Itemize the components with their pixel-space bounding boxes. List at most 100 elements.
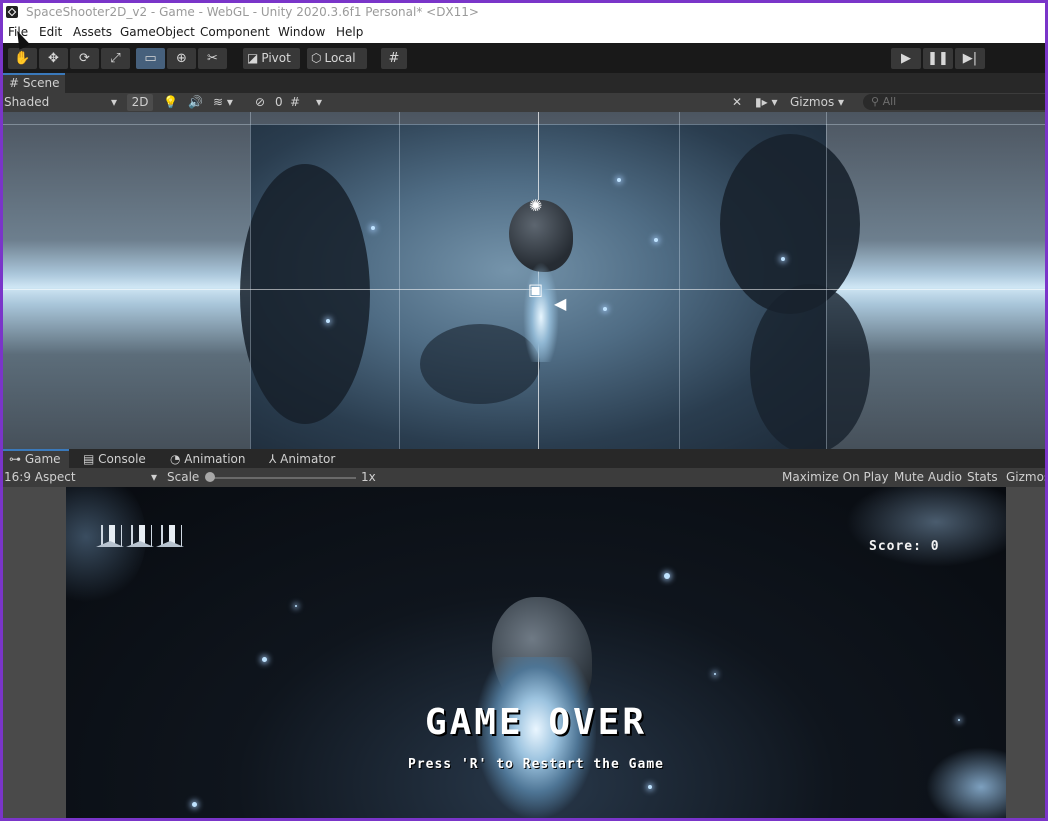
unity-logo-icon	[6, 6, 18, 18]
custom-tool-icon[interactable]: ✂	[198, 48, 227, 69]
transform-tool-icon[interactable]: ⊕	[167, 48, 196, 69]
game-viewport[interactable]: Score: 0 GAME OVER Press 'R' to Restart …	[66, 487, 1006, 818]
mute-audio-toggle[interactable]: Mute Audio	[894, 469, 962, 486]
move-tool-icon[interactable]: ✥	[39, 48, 68, 69]
tab-scene[interactable]: # Scene	[3, 73, 65, 93]
tab-console-label: Console	[98, 452, 146, 466]
maximize-on-play-toggle[interactable]: Maximize On Play	[782, 469, 889, 486]
rect-tool-icon[interactable]: ▭	[136, 48, 165, 69]
rotate-tool-icon[interactable]: ⟳	[70, 48, 99, 69]
grid-snap-icon[interactable]: #	[381, 48, 407, 69]
aspect-label: 16:9 Aspect	[4, 470, 76, 484]
game-toolbar: 16:9 Aspect ▾ Scale 1x Maximize On Play M…	[3, 468, 1045, 487]
scale-label: Scale	[167, 470, 200, 484]
light-gizmo-icon[interactable]: ✺	[529, 198, 542, 214]
star-sprite	[654, 238, 658, 242]
scale-slider-handle[interactable]	[205, 472, 215, 482]
game-over-text: GAME OVER	[424, 702, 648, 743]
scene-search-input[interactable]: ⚲ All	[863, 94, 1045, 110]
hidden-count: 0	[275, 95, 283, 109]
nebula-shape	[720, 134, 860, 314]
score-text: Score: 0	[869, 539, 940, 554]
pivot-label: Pivot	[261, 51, 291, 65]
step-button[interactable]: ▶|	[955, 48, 985, 69]
hand-tool-icon[interactable]: ✋	[8, 48, 37, 69]
cube-icon: ⬡	[311, 51, 322, 65]
tools-icon[interactable]: ✕	[732, 94, 742, 111]
grid-toggle-icon[interactable]: #	[290, 94, 300, 111]
tab-animation[interactable]: ◔ Animation	[164, 449, 251, 469]
star-sprite	[262, 657, 267, 662]
scale-tool-icon[interactable]: ⤢	[101, 48, 130, 69]
menu-edit[interactable]: Edit	[39, 25, 62, 39]
scene-toolbar: Shaded ▾ 2D 💡 🔊 ≋ ▾ ⊘ 0 # ▾ ✕ ▮▸ ▾ Gizmos…	[3, 93, 1045, 112]
camera-options-icon[interactable]: ▮▸ ▾	[755, 94, 777, 111]
pivot-icon: ◪	[247, 51, 259, 65]
tab-game-label: Game	[24, 452, 61, 466]
scale-slider-track[interactable]	[208, 477, 356, 479]
local-label: Local	[324, 51, 356, 65]
nebula-shape	[240, 164, 370, 424]
scene-viewport[interactable]: ✺ ▣ ◀	[3, 112, 1045, 449]
title-bar: SpaceShooter2D_v2 - Game - WebGL - Unity…	[3, 3, 1045, 22]
draw-mode-dropdown[interactable]: Shaded ▾	[4, 94, 119, 111]
nebula-shape	[846, 487, 1006, 567]
search-placeholder: All	[882, 95, 897, 108]
grid-line	[399, 112, 400, 449]
effects-icon[interactable]: ≋ ▾	[213, 94, 233, 111]
star-sprite	[648, 785, 652, 789]
2d-toggle[interactable]: 2D	[127, 94, 153, 111]
main-toolbar: ✋ ✥ ⟳ ⤢ ▭ ⊕ ✂ ◪ Pivot ⬡ Local # ▶ ❚❚ ▶|	[3, 43, 1045, 73]
menu-help[interactable]: Help	[336, 25, 363, 39]
lives-display	[96, 519, 184, 549]
tab-scene-label: Scene	[22, 76, 60, 90]
audio-source-gizmo-icon[interactable]: ◀	[554, 296, 566, 312]
tab-animation-label: Animation	[184, 452, 246, 466]
pivot-toggle[interactable]: ◪ Pivot	[243, 48, 300, 69]
lighting-icon[interactable]: 💡	[163, 94, 178, 111]
nebula-shape	[750, 284, 870, 449]
menu-component[interactable]: Component	[200, 25, 270, 39]
grid-line	[679, 112, 680, 449]
play-button[interactable]: ▶	[891, 48, 921, 69]
star-sprite	[371, 226, 375, 230]
tab-game[interactable]: ⊶ Game	[3, 449, 69, 469]
console-icon: ▤	[83, 452, 99, 466]
animator-icon: ⅄	[269, 452, 281, 466]
clock-icon: ◔	[170, 452, 185, 466]
window-title: SpaceShooter2D_v2 - Game - WebGL - Unity…	[26, 5, 479, 19]
grid-icon: #	[9, 76, 23, 90]
gamepad-icon: ⊶	[9, 452, 25, 466]
menu-gameobject[interactable]: GameObject	[120, 25, 195, 39]
unity-editor-window: SpaceShooter2D_v2 - Game - WebGL - Unity…	[3, 3, 1045, 818]
chevron-down-icon: ▾	[110, 95, 117, 109]
menu-assets[interactable]: Assets	[73, 25, 112, 39]
restart-instruction-text: Press 'R' to Restart the Game	[408, 757, 664, 772]
star-sprite	[714, 673, 716, 675]
menu-window[interactable]: Window	[278, 25, 325, 39]
stats-toggle[interactable]: Stats	[967, 469, 998, 486]
nebula-shape	[420, 324, 540, 404]
camera-gizmo-icon[interactable]: ▣	[528, 282, 543, 298]
game-tab-strip: ⊶ Game ▤ Console ◔ Animation ⅄ Animator	[3, 449, 1045, 469]
grid-line	[3, 124, 1045, 125]
aspect-dropdown[interactable]: 16:9 Aspect ▾	[4, 469, 159, 486]
scale-value: 1x	[361, 470, 376, 484]
pause-button[interactable]: ❚❚	[923, 48, 953, 69]
tab-animator-label: Animator	[280, 452, 336, 466]
options-chevron-icon[interactable]: ▾	[316, 94, 322, 111]
star-sprite	[617, 178, 621, 182]
star-sprite	[295, 605, 297, 607]
tab-animator[interactable]: ⅄ Animator	[263, 449, 341, 469]
star-sprite	[664, 573, 670, 579]
local-toggle[interactable]: ⬡ Local	[307, 48, 367, 69]
star-sprite	[781, 257, 785, 261]
gizmos-dropdown[interactable]: Gizmos ▾	[790, 94, 844, 111]
menu-bar: File Edit Assets GameObject Component Wi…	[3, 22, 1045, 43]
gizmos-toggle[interactable]: Gizmos	[1006, 469, 1045, 486]
hidden-objects-icon[interactable]: ⊘	[255, 94, 265, 111]
gizmos-label: Gizmos	[790, 95, 835, 109]
audio-toggle-icon[interactable]: 🔊	[188, 94, 203, 111]
tab-console[interactable]: ▤ Console	[77, 449, 152, 469]
grid-line	[250, 112, 251, 449]
